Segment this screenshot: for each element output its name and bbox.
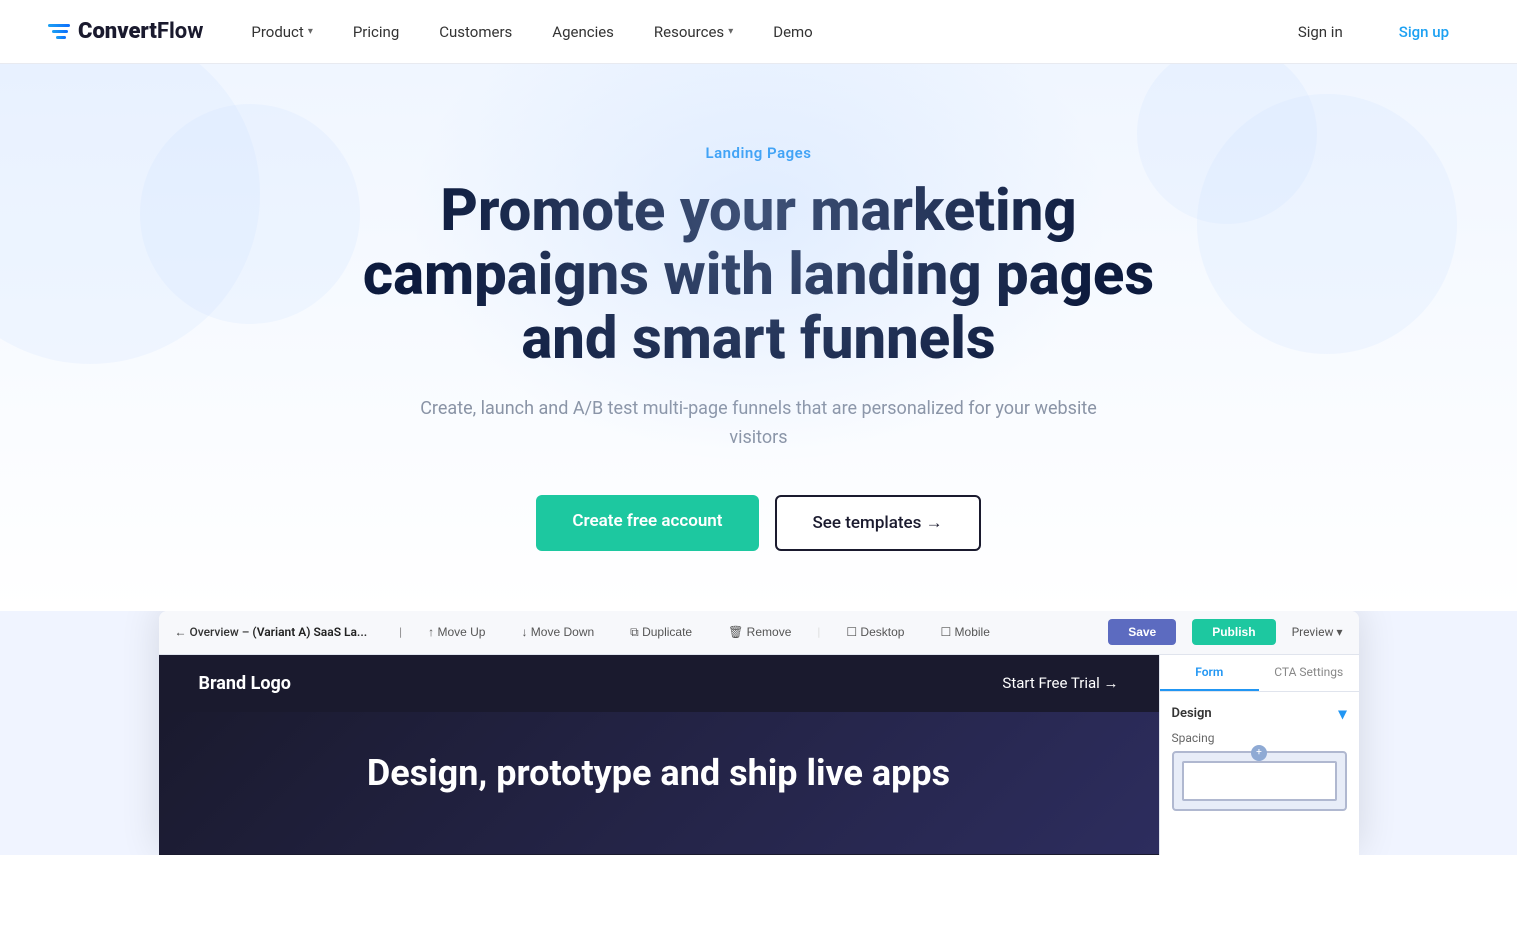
chevron-down-icon-panel: ▾ xyxy=(1338,704,1346,723)
canvas-brand-logo: Brand Logo xyxy=(199,673,291,694)
panel-spacing-label: Spacing xyxy=(1172,731,1347,745)
app-panel: Form CTA Settings Design ▾ Spacing + xyxy=(1159,655,1359,855)
logo-icon xyxy=(48,24,70,39)
toolbar-move-up[interactable]: ↑ Move Up xyxy=(418,621,495,643)
toolbar-move-down[interactable]: ↓ Move Down xyxy=(511,621,604,643)
see-templates-button[interactable]: See templates → xyxy=(775,495,981,551)
panel-spacing-box: + xyxy=(1172,751,1347,811)
hero-buttons: Create free account See templates → xyxy=(48,495,1469,551)
canvas-body: Design, prototype and ship live apps xyxy=(159,712,1159,854)
app-preview: ← Overview – (Variant A) SaaS La... | ↑ … xyxy=(159,611,1359,855)
chevron-down-icon: ▾ xyxy=(308,26,313,37)
navbar-left: ConvertFlow Product ▾ Pricing Customers … xyxy=(48,15,829,49)
toolbar-desktop[interactable]: ☐ Desktop xyxy=(836,621,914,643)
toolbar-sep2: | xyxy=(817,625,820,639)
nav-link-agencies[interactable]: Agencies xyxy=(536,15,630,49)
panel-plus-icon: + xyxy=(1251,745,1267,761)
toolbar-breadcrumb: ← Overview – (Variant A) SaaS La... xyxy=(175,625,368,639)
signup-button[interactable]: Sign up xyxy=(1379,15,1469,49)
canvas-cta-link[interactable]: Start Free Trial → xyxy=(1002,674,1118,692)
toolbar-separator: | xyxy=(399,625,402,639)
chevron-down-icon-resources: ▾ xyxy=(728,26,733,37)
nav-link-customers[interactable]: Customers xyxy=(423,15,528,49)
app-main-area: Brand Logo Start Free Trial → Design, pr… xyxy=(159,655,1359,855)
toolbar-mobile[interactable]: ☐ Mobile xyxy=(930,621,999,643)
hero-tag: Landing Pages xyxy=(48,144,1469,162)
nav-links: Product ▾ Pricing Customers Agencies Res… xyxy=(235,15,828,49)
panel-tab-cta[interactable]: CTA Settings xyxy=(1259,655,1359,691)
screenshot-section: ← Overview – (Variant A) SaaS La... | ↑ … xyxy=(0,611,1517,855)
app-canvas: Brand Logo Start Free Trial → Design, pr… xyxy=(159,655,1159,855)
toolbar-duplicate[interactable]: ⧉ Duplicate xyxy=(620,621,702,644)
app-toolbar: ← Overview – (Variant A) SaaS La... | ↑ … xyxy=(159,611,1359,655)
panel-design-section: Design ▾ Spacing + xyxy=(1160,692,1359,823)
navbar-right: Sign in Sign up xyxy=(1278,15,1469,49)
nav-link-resources[interactable]: Resources ▾ xyxy=(638,15,749,49)
nav-link-demo[interactable]: Demo xyxy=(757,15,829,49)
signin-button[interactable]: Sign in xyxy=(1278,15,1363,49)
panel-spacing-inner xyxy=(1182,761,1337,801)
panel-tabs: Form CTA Settings xyxy=(1160,655,1359,692)
deco-circle-1 xyxy=(0,64,260,364)
canvas-header: Brand Logo Start Free Trial → xyxy=(159,655,1159,712)
hero-section: Landing Pages Promote your marketing cam… xyxy=(0,64,1517,611)
deco-circle-3 xyxy=(1197,94,1457,354)
panel-tab-form[interactable]: Form xyxy=(1160,655,1260,691)
toolbar-remove[interactable]: 🗑 Remove xyxy=(718,621,801,643)
toolbar-save-button[interactable]: Save xyxy=(1108,619,1176,645)
hero-subtitle: Create, launch and A/B test multi-page f… xyxy=(419,395,1099,453)
logo-text: ConvertFlow xyxy=(78,19,203,44)
panel-design-header: Design ▾ xyxy=(1172,704,1347,723)
toolbar-publish-button[interactable]: Publish xyxy=(1192,619,1275,645)
logo[interactable]: ConvertFlow xyxy=(48,19,203,44)
nav-link-pricing[interactable]: Pricing xyxy=(337,15,415,49)
toolbar-preview[interactable]: Preview ▾ xyxy=(1292,625,1343,639)
nav-link-product[interactable]: Product ▾ xyxy=(235,15,328,49)
canvas-headline: Design, prototype and ship live apps xyxy=(199,752,1119,794)
hero-title: Promote your marketing campaigns with la… xyxy=(309,180,1209,371)
navbar: ConvertFlow Product ▾ Pricing Customers … xyxy=(0,0,1517,64)
create-account-button[interactable]: Create free account xyxy=(536,495,758,551)
